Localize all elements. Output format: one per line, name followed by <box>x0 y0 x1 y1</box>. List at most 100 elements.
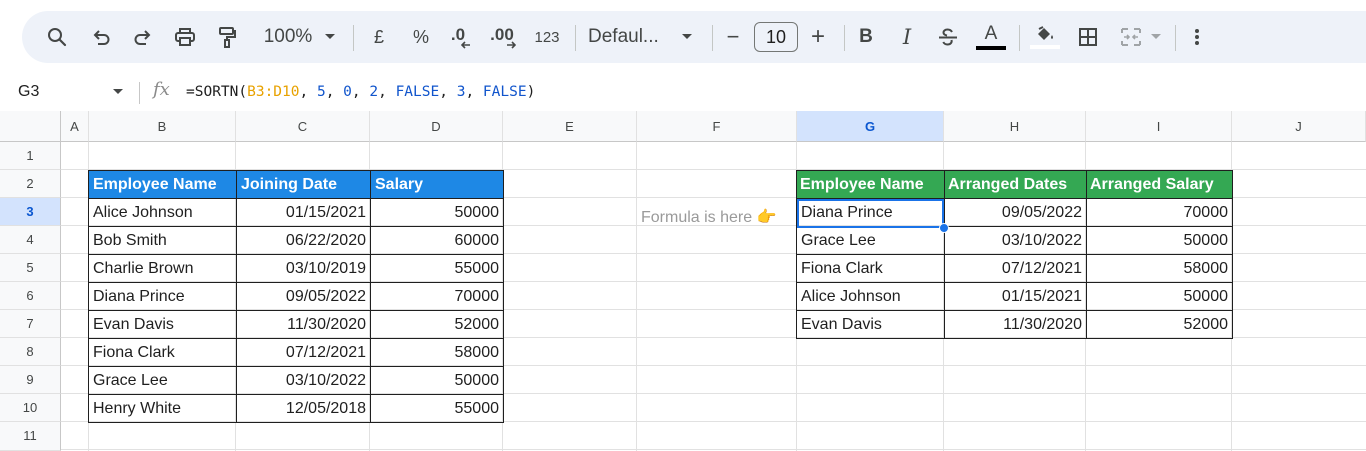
row-header-9[interactable]: 9 <box>0 366 61 394</box>
fill-color-button[interactable] <box>1028 11 1062 63</box>
row-header-1[interactable]: 1 <box>0 142 61 170</box>
name-cell[interactable]: Bob Smith <box>88 226 237 255</box>
salary-cell[interactable]: 50000 <box>370 366 504 395</box>
italic-button[interactable]: I <box>893 11 921 63</box>
zoom-select[interactable]: 100% <box>254 11 322 63</box>
date-cell[interactable]: 06/22/2020 <box>236 226 371 255</box>
date-cell[interactable]: 07/12/2021 <box>944 254 1087 283</box>
date-cell[interactable]: 09/05/2022 <box>236 282 371 311</box>
salary-cell[interactable]: 70000 <box>1086 198 1233 227</box>
bold-button[interactable]: B <box>852 11 880 63</box>
fill-handle[interactable] <box>939 223 949 233</box>
salary-cell[interactable]: 60000 <box>370 226 504 255</box>
column-header-c[interactable]: C <box>236 111 370 142</box>
row-header-4[interactable]: 4 <box>0 226 61 254</box>
decrease-decimal-button[interactable]: .0 <box>446 11 480 63</box>
header-cell-employee-name[interactable]: Employee Name <box>88 170 237 199</box>
paint-format-icon[interactable] <box>212 11 242 63</box>
name-cell[interactable]: Grace Lee <box>796 226 945 255</box>
name-cell[interactable]: Alice Johnson <box>88 198 237 227</box>
column-header-e[interactable]: E <box>503 111 637 142</box>
chevron-down-icon[interactable] <box>677 11 697 63</box>
column-header-h[interactable]: H <box>944 111 1086 142</box>
row-header-6[interactable]: 6 <box>0 282 61 310</box>
date-cell[interactable]: 03/10/2022 <box>236 366 371 395</box>
header-cell-employee-name[interactable]: Employee Name <box>796 170 945 199</box>
strikethrough-icon[interactable] <box>934 11 962 63</box>
salary-cell[interactable]: 52000 <box>1086 310 1233 339</box>
salary-cell[interactable]: 50000 <box>370 198 504 227</box>
search-icon[interactable] <box>42 11 72 63</box>
salary-cell[interactable]: 50000 <box>1086 226 1233 255</box>
date-cell[interactable]: 03/10/2022 <box>944 226 1087 255</box>
date-cell[interactable]: 12/05/2018 <box>236 394 371 423</box>
column-header-a[interactable]: A <box>61 111 89 142</box>
date-cell[interactable]: 07/12/2021 <box>236 338 371 367</box>
row-header-5[interactable]: 5 <box>0 254 61 282</box>
name-cell[interactable]: Charlie Brown <box>88 254 237 283</box>
row-header-11[interactable]: 11 <box>0 422 61 451</box>
percent-format-button[interactable]: % <box>406 11 436 63</box>
column-header-f[interactable]: F <box>637 111 797 142</box>
row-header-7[interactable]: 7 <box>0 310 61 338</box>
more-formats-button[interactable]: 123 <box>530 11 564 63</box>
row-header-2[interactable]: 2 <box>0 170 61 198</box>
date-cell[interactable]: 11/30/2020 <box>236 310 371 339</box>
increase-font-size-button[interactable]: + <box>806 11 830 63</box>
sheet-grid[interactable]: A B C D E F G H I J 1 2 3 4 5 6 7 8 9 10… <box>0 111 1366 451</box>
merge-cells-icon[interactable] <box>1116 11 1146 63</box>
row-header-10[interactable]: 10 <box>0 394 61 422</box>
salary-cell[interactable]: 55000 <box>370 254 504 283</box>
column-header-i[interactable]: I <box>1086 111 1232 142</box>
date-cell[interactable]: 01/15/2021 <box>236 198 371 227</box>
font-size-input[interactable]: 10 <box>754 22 798 52</box>
name-cell[interactable]: Fiona Clark <box>796 254 945 283</box>
salary-cell[interactable]: 70000 <box>370 282 504 311</box>
column-header-d[interactable]: D <box>370 111 503 142</box>
select-all-corner[interactable] <box>0 111 61 142</box>
more-vert-icon[interactable] <box>1185 11 1209 63</box>
name-box[interactable]: G3 <box>18 73 39 111</box>
date-cell[interactable]: 09/05/2022 <box>944 198 1087 227</box>
column-header-g[interactable]: G <box>797 111 944 142</box>
currency-format-button[interactable]: £ <box>364 11 394 63</box>
active-cell-selection[interactable] <box>797 199 944 228</box>
row-header-8[interactable]: 8 <box>0 338 61 366</box>
salary-cell[interactable]: 50000 <box>1086 282 1233 311</box>
date-cell[interactable]: 11/30/2020 <box>944 310 1087 339</box>
chevron-down-icon[interactable] <box>320 11 340 63</box>
name-cell[interactable]: Evan Davis <box>88 310 237 339</box>
borders-icon[interactable] <box>1073 11 1103 63</box>
font-family-select[interactable]: Defaul... <box>588 11 668 63</box>
name-cell[interactable]: Diana Prince <box>88 282 237 311</box>
row-header-3[interactable]: 3 <box>0 198 61 226</box>
chevron-down-icon[interactable] <box>112 88 124 96</box>
name-cell[interactable]: Henry White <box>88 394 237 423</box>
formula-input[interactable]: =SORTN(B3:D10, 5, 0, 2, FALSE, 3, FALSE) <box>186 73 535 111</box>
formula-note[interactable]: Formula is here 👉 <box>641 204 777 232</box>
increase-decimal-button[interactable]: .00 <box>487 11 527 63</box>
name-cell[interactable]: Fiona Clark <box>88 338 237 367</box>
column-header-j[interactable]: J <box>1232 111 1366 142</box>
column-header-b[interactable]: B <box>89 111 236 142</box>
redo-icon[interactable] <box>128 11 158 63</box>
table-row: Grace Lee 03/10/2022 50000 <box>796 226 1233 255</box>
header-cell-joining-date[interactable]: Joining Date <box>236 170 371 199</box>
undo-icon[interactable] <box>86 11 116 63</box>
decrease-font-size-button[interactable]: − <box>721 11 745 63</box>
salary-cell[interactable]: 58000 <box>1086 254 1233 283</box>
name-cell[interactable]: Alice Johnson <box>796 282 945 311</box>
name-cell[interactable]: Evan Davis <box>796 310 945 339</box>
text-color-button[interactable]: A <box>975 11 1007 63</box>
name-cell[interactable]: Grace Lee <box>88 366 237 395</box>
chevron-down-icon[interactable] <box>1146 11 1166 63</box>
salary-cell[interactable]: 58000 <box>370 338 504 367</box>
salary-cell[interactable]: 55000 <box>370 394 504 423</box>
print-icon[interactable] <box>170 11 200 63</box>
header-cell-arranged-dates[interactable]: Arranged Dates <box>944 170 1087 199</box>
header-cell-arranged-salary[interactable]: Arranged Salary <box>1086 170 1233 199</box>
header-cell-salary[interactable]: Salary <box>370 170 504 199</box>
date-cell[interactable]: 01/15/2021 <box>944 282 1087 311</box>
date-cell[interactable]: 03/10/2019 <box>236 254 371 283</box>
salary-cell[interactable]: 52000 <box>370 310 504 339</box>
